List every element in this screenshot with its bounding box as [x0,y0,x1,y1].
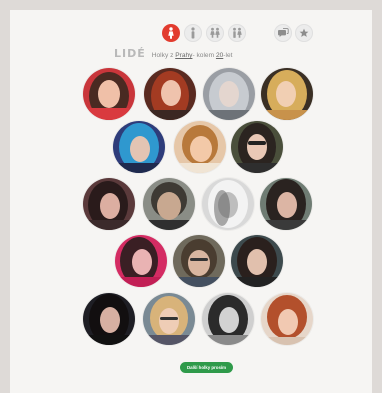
profile-avatar[interactable] [83,68,135,120]
filter-women-pair-button[interactable] [206,24,224,42]
man-icon [191,27,195,39]
profile-avatar[interactable] [143,178,195,230]
profile-avatar[interactable] [174,121,226,173]
profile-avatar[interactable] [115,235,167,287]
profile-avatar[interactable] [202,293,254,345]
people-panel: LIDÉ Holky z Prahy- kolem 20-let Další h… [10,10,372,393]
chat-icon [278,28,289,37]
profile-avatar[interactable] [231,235,283,287]
city-selector[interactable]: Prahy [175,52,192,59]
profile-avatar[interactable] [231,121,283,173]
profile-avatar[interactable] [113,121,165,173]
profile-avatar[interactable] [202,178,254,230]
chat-button[interactable] [274,24,292,42]
profile-avatar[interactable] [261,293,313,345]
woman-icon [168,27,174,39]
profile-avatar[interactable] [203,68,255,120]
profile-avatar[interactable] [261,68,313,120]
favorites-button[interactable] [295,24,313,42]
profile-avatar[interactable] [173,235,225,287]
filter-men-button[interactable] [184,24,202,42]
app-logo: LIDÉ [114,47,146,60]
two-women-icon [210,27,220,38]
more-girls-button[interactable]: Další holky prosím [180,362,233,373]
couple-icon [233,27,242,38]
profile-avatar[interactable] [260,178,312,230]
profile-avatar[interactable] [143,293,195,345]
star-icon [299,28,309,37]
filter-women-button[interactable] [162,24,180,42]
filter-couple-button[interactable] [228,24,246,42]
search-query: Holky z Prahy- kolem 20-let [151,52,233,59]
search-summary: LIDÉ Holky z Prahy- kolem 20-let [114,47,232,63]
profile-avatar[interactable] [144,68,196,120]
profile-avatar[interactable] [83,293,135,345]
profile-avatar[interactable] [83,178,135,230]
